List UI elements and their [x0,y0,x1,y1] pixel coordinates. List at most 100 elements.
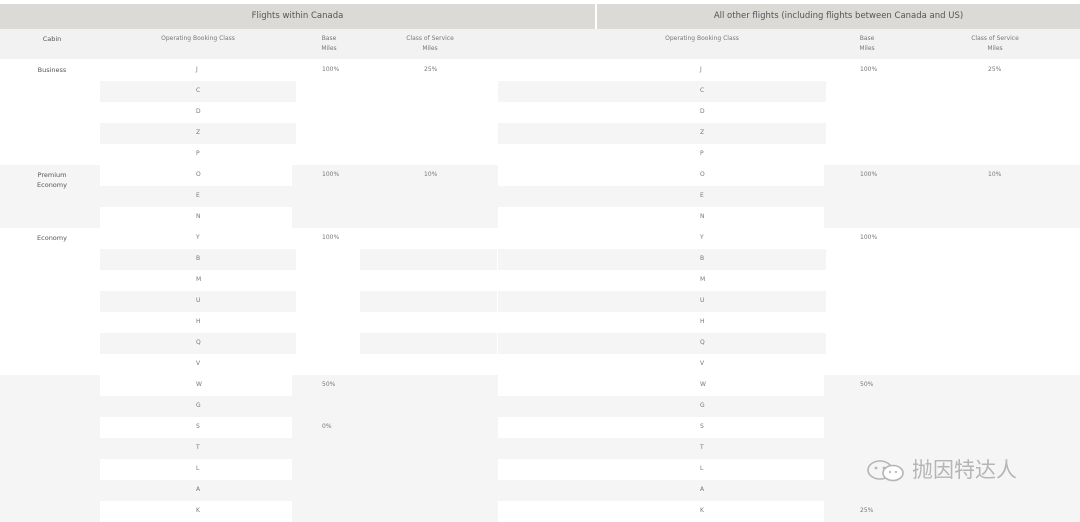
booking-class-canada: Z [196,129,201,136]
cos-miles-other: 25% [988,66,1002,73]
booking-class-canada: V [196,360,201,367]
cos-miles-canada: 25% [424,66,438,73]
cabin-band [0,60,1080,165]
watermark: 抛因特达人 [866,455,1046,485]
col-base-miles-other-line1: Base [859,35,875,42]
col-base-miles-other: Base Miles [838,34,896,54]
base-miles-canada: 100% [322,234,340,241]
row-stripe [498,123,826,144]
col-operating-booking-class-other: Operating Booking Class [665,35,739,42]
booking-class-other: W [700,381,706,388]
base-miles-other: 100% [860,234,878,241]
booking-class-canada: Q [196,339,201,346]
booking-class-canada: D [196,108,201,115]
booking-class-other: S [700,423,704,430]
booking-class-canada: K [196,507,200,514]
booking-class-other: B [700,255,705,262]
header-flights-within-canada: Flights within Canada [0,4,595,29]
cos-miles-canada: 10% [424,171,438,178]
col-cos-miles-other-line2: Miles [987,45,1003,52]
booking-class-canada: U [196,297,201,304]
cabin-band [0,375,1080,522]
booking-class-canada: J [196,66,198,73]
row-stripe [498,417,824,438]
row-stripe [498,459,824,480]
col-base-miles-other-line2: Miles [859,45,875,52]
cabin-label-line: Business [37,66,67,74]
wechat-icon [867,460,904,482]
booking-class-other: P [700,150,704,157]
base-miles-other: 100% [860,66,878,73]
row-stripe [498,249,826,270]
base-miles-canada: 50% [322,381,336,388]
booking-class-other: C [700,87,705,94]
col-base-miles-canada: Base Miles [300,34,358,54]
booking-class-canada: H [196,318,201,325]
cabin-label-line: Premium [37,171,67,179]
booking-class-canada: Y [196,234,200,241]
booking-class-canada: P [196,150,200,157]
col-operating-booking-class-canada: Operating Booking Class [161,35,235,42]
booking-class-canada: T [196,444,200,451]
cabin-label: Business [2,65,102,75]
row-stripe [498,165,824,186]
booking-class-other: M [700,276,706,283]
row-stripe [498,501,824,522]
booking-class-canada: W [196,381,202,388]
booking-class-other: U [700,297,705,304]
booking-class-other: E [700,192,704,199]
cabin-label-line: Economy [37,234,67,242]
column-headers: Cabin Operating Booking Class Base Miles… [0,29,1080,59]
header-all-other-flights: All other flights (including flights bet… [597,4,1080,29]
row-stripe [498,333,826,354]
watermark-text: 抛因特达人 [912,458,1017,482]
cabin-label-line: Economy [37,181,67,189]
row-stripe [360,333,497,354]
booking-class-other: K [700,507,704,514]
col-cabin: Cabin [42,35,62,43]
col-cos-miles-canada: Class of Service Miles [390,34,470,54]
booking-class-canada: E [196,192,200,199]
booking-class-other: L [700,465,704,472]
booking-class-canada: B [196,255,201,262]
booking-class-other: A [700,486,705,493]
col-cos-miles-canada-line1: Class of Service [406,35,454,42]
base-miles-canada: 0% [322,423,332,430]
col-cos-miles-canada-line2: Miles [422,45,438,52]
base-miles-other: 25% [860,507,874,514]
booking-class-other: Q [700,339,705,346]
row-stripe [498,207,824,228]
base-miles-other: 100% [860,171,878,178]
row-stripe [360,291,497,312]
booking-class-other: T [700,444,704,451]
row-stripe [498,81,826,102]
col-base-miles-canada-line2: Miles [321,45,337,52]
cabin-label: Premium Economy [2,170,102,190]
booking-class-other: D [700,108,705,115]
row-stripe [360,249,497,270]
booking-class-other: Y [700,234,704,241]
row-stripe [498,375,824,396]
booking-class-other: V [700,360,705,367]
booking-class-other: N [700,213,705,220]
base-miles-canada: 100% [322,171,340,178]
booking-class-other: H [700,318,705,325]
base-miles-other: 50% [860,381,874,388]
row-stripe [498,291,826,312]
booking-class-canada: A [196,486,201,493]
cos-miles-other: 10% [988,171,1002,178]
col-cos-miles-other: Class of Service Miles [955,34,1035,54]
cabin-label: Economy [2,233,102,243]
col-base-miles-canada-line1: Base [321,35,337,42]
booking-class-other: G [700,402,705,409]
table-header: Flights within Canada All other flights … [0,4,1080,29]
booking-class-canada: M [196,276,202,283]
booking-class-other: Z [700,129,705,136]
booking-class-canada: N [196,213,201,220]
booking-class-other: O [700,171,705,178]
booking-class-canada: C [196,87,201,94]
booking-class-other: J [700,66,702,73]
booking-class-canada: O [196,171,201,178]
col-cos-miles-other-line1: Class of Service [971,35,1019,42]
booking-class-canada: S [196,423,200,430]
